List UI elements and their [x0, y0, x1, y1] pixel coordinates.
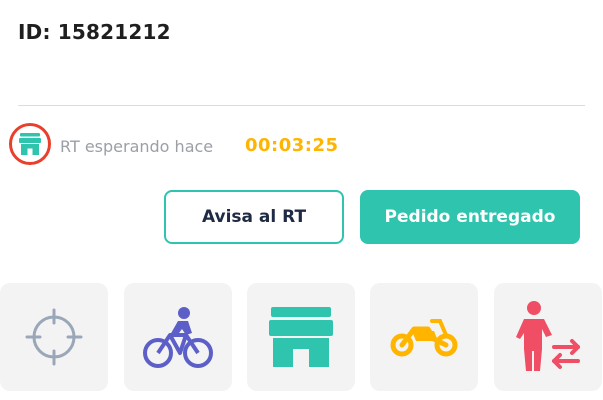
motorcycle-icon	[390, 319, 458, 357]
wait-timer: 00:03:25	[245, 135, 339, 156]
divider	[18, 105, 585, 106]
tile-motorcycle[interactable]	[370, 283, 478, 391]
order-id: ID: 15821212	[18, 20, 171, 44]
order-screen: ID: 15821212 RT esperando hace 00:03:25 …	[0, 0, 603, 400]
tile-store[interactable]	[247, 283, 355, 391]
notify-rider-button[interactable]: Avisa al RT	[164, 190, 344, 244]
action-tiles	[0, 283, 603, 391]
status-text: RT esperando hace	[60, 137, 214, 156]
store-status-icon	[9, 123, 51, 165]
crosshair-icon	[25, 308, 83, 366]
tile-bicycle-rider[interactable]	[124, 283, 232, 391]
person-transfer-icon	[516, 301, 580, 371]
tile-handover[interactable]	[494, 283, 602, 391]
order-delivered-button[interactable]: Pedido entregado	[360, 190, 580, 244]
rider-status: RT esperando hace 00:03:25	[9, 123, 469, 169]
store-icon	[19, 133, 41, 155]
bicycle-icon	[143, 307, 213, 368]
tile-location[interactable]	[0, 283, 108, 391]
store-icon	[269, 307, 333, 367]
